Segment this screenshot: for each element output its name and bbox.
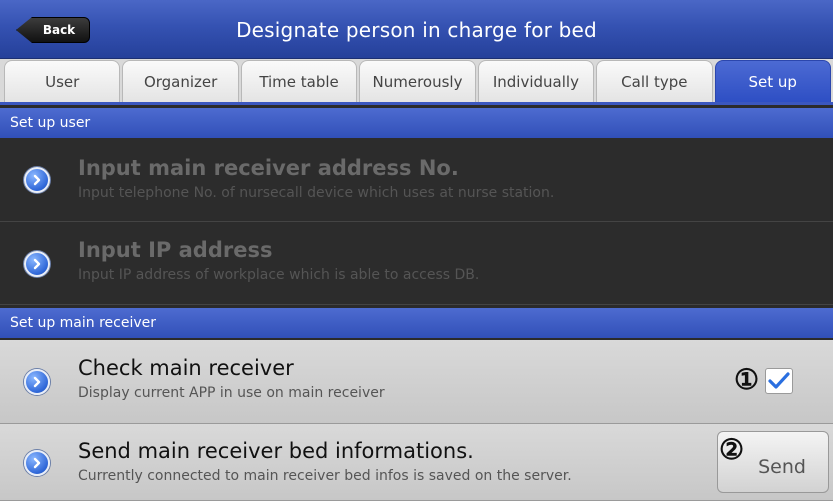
tab-numerously[interactable]: Numerously bbox=[359, 60, 476, 102]
tab-organizer[interactable]: Organizer bbox=[122, 60, 239, 102]
title-bar: Back Designate person in charge for bed bbox=[0, 0, 833, 59]
tab-bar: User Organizer Time table Numerously Ind… bbox=[0, 59, 833, 105]
item-subtitle: Display current APP in use on main recei… bbox=[78, 385, 385, 401]
chevron-right-circle-icon bbox=[24, 251, 50, 277]
annotation-marker-1: ① bbox=[734, 363, 760, 396]
section-header-set-up-main-receiver: Set up main receiver bbox=[0, 308, 833, 338]
tab-set-up[interactable]: Set up bbox=[714, 60, 831, 102]
item-title: Send main receiver bed informations. bbox=[78, 439, 474, 463]
list-item-send-bed-info[interactable]: Send main receiver bed informations. Cur… bbox=[0, 424, 833, 501]
item-subtitle: Input telephone No. of nursecall device … bbox=[78, 185, 555, 201]
check-main-receiver-checkbox[interactable] bbox=[765, 368, 793, 394]
annotation-marker-2: ② bbox=[719, 433, 745, 466]
list-item-check-main-receiver[interactable]: Check main receiver Display current APP … bbox=[0, 340, 833, 424]
item-title: Input main receiver address No. bbox=[78, 156, 459, 180]
chevron-right-circle-icon bbox=[24, 369, 50, 395]
chevron-right-circle-icon bbox=[24, 167, 50, 193]
tab-call-type[interactable]: Call type bbox=[596, 60, 713, 102]
tab-time-table[interactable]: Time table bbox=[240, 60, 358, 102]
checkmark-icon bbox=[768, 372, 790, 389]
section-header-set-up-user: Set up user bbox=[0, 108, 833, 138]
chevron-right-circle-icon bbox=[24, 450, 50, 476]
page-title: Designate person in charge for bed bbox=[236, 17, 597, 42]
list-item-main-receiver-address[interactable]: Input main receiver address No. Input te… bbox=[0, 138, 833, 222]
tab-individually[interactable]: Individually bbox=[477, 60, 595, 102]
tab-user[interactable]: User bbox=[4, 60, 121, 102]
item-title: Input IP address bbox=[78, 238, 273, 262]
item-subtitle: Currently connected to main receiver bed… bbox=[78, 468, 572, 484]
list-item-ip-address[interactable]: Input IP address Input IP address of wor… bbox=[0, 222, 833, 305]
item-title: Check main receiver bbox=[78, 356, 294, 380]
item-subtitle: Input IP address of workplace which is a… bbox=[78, 267, 480, 283]
